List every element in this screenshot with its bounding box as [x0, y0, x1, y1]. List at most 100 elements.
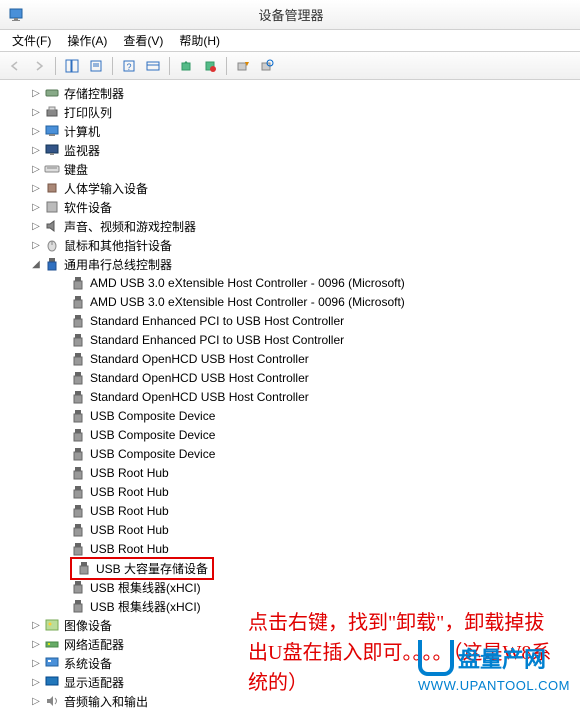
menu-view[interactable]: 查看(V): [115, 30, 171, 51]
device-label: USB 大容量存储设备: [96, 560, 208, 577]
menu-file[interactable]: 文件(F): [4, 30, 59, 51]
tree-device[interactable]: AMD USB 3.0 eXtensible Host Controller -…: [6, 274, 580, 292]
category-label: 音频输入和输出: [64, 693, 148, 710]
sound-icon: [44, 218, 60, 234]
expand-icon[interactable]: ▷: [30, 202, 42, 213]
expand-icon[interactable]: ▷: [30, 126, 42, 137]
tree-category[interactable]: ▷ 声音、视频和游戏控制器: [6, 217, 580, 235]
category-label: 监视器: [64, 142, 100, 159]
device-label: Standard Enhanced PCI to USB Host Contro…: [90, 314, 344, 328]
expand-icon[interactable]: ▷: [30, 145, 42, 156]
system-icon: [44, 655, 60, 671]
tree-device[interactable]: USB Root Hub: [6, 502, 580, 520]
view-button[interactable]: [142, 55, 164, 77]
usb-device-icon: [70, 522, 86, 538]
watermark: 盘量产网 WWW.UPANTOOL.COM: [418, 640, 570, 693]
tree-category[interactable]: ▷ 监视器: [6, 141, 580, 159]
expand-icon[interactable]: ▷: [30, 164, 42, 175]
category-label: 存储控制器: [64, 85, 124, 102]
tree-device[interactable]: USB Composite Device: [6, 407, 580, 425]
usb-device-icon: [70, 427, 86, 443]
forward-button[interactable]: [28, 55, 50, 77]
menu-help[interactable]: 帮助(H): [171, 30, 228, 51]
tree-device[interactable]: USB 根集线器(xHCI): [6, 578, 580, 596]
tree-device[interactable]: USB Composite Device: [6, 445, 580, 463]
tree-category[interactable]: ▷ 鼠标和其他指针设备: [6, 236, 580, 254]
expand-icon[interactable]: ▷: [30, 221, 42, 232]
tree-device[interactable]: USB Composite Device: [6, 426, 580, 444]
toolbar-separator: [112, 57, 113, 75]
hid-icon: [44, 180, 60, 196]
tree-device[interactable]: USB 大容量存储设备: [6, 559, 580, 577]
tree-device[interactable]: Standard OpenHCD USB Host Controller: [6, 388, 580, 406]
usb-device-icon: [70, 503, 86, 519]
usb-device-icon: [70, 389, 86, 405]
usb-device-icon: [70, 313, 86, 329]
keyboard-icon: [44, 161, 60, 177]
device-label: Standard Enhanced PCI to USB Host Contro…: [90, 333, 344, 347]
device-label: USB Root Hub: [90, 542, 169, 556]
tree-category[interactable]: ▷软件设备: [6, 198, 580, 216]
storage-icon: [44, 85, 60, 101]
tree-area: ▷存储控制器▷打印队列▷计算机▷监视器▷键盘▷人体学输入设备▷软件设备▷声音、视…: [0, 80, 580, 713]
expand-icon[interactable]: ◢: [30, 259, 42, 270]
network-icon: [44, 636, 60, 652]
tree-category[interactable]: ▷ 打印队列: [6, 103, 580, 121]
expand-icon[interactable]: ▷: [30, 696, 42, 707]
device-label: USB Composite Device: [90, 409, 215, 423]
usb-device-icon: [70, 446, 86, 462]
show-hide-tree-button[interactable]: [61, 55, 83, 77]
tree-category[interactable]: ▷ 人体学输入设备: [6, 179, 580, 197]
usb-device-icon: [70, 275, 86, 291]
monitor-icon: [44, 142, 60, 158]
category-label: 键盘: [64, 161, 88, 178]
watermark-url: WWW.UPANTOOL.COM: [418, 678, 570, 693]
menu-action[interactable]: 操作(A): [59, 30, 115, 51]
mouse-icon: [44, 237, 60, 253]
expand-icon[interactable]: ▷: [30, 639, 42, 650]
update-driver-button[interactable]: [175, 55, 197, 77]
help-button[interactable]: ?: [118, 55, 140, 77]
disable-button[interactable]: [232, 55, 254, 77]
tree-device[interactable]: AMD USB 3.0 eXtensible Host Controller -…: [6, 293, 580, 311]
scan-hardware-button[interactable]: [256, 55, 278, 77]
uninstall-button[interactable]: [199, 55, 221, 77]
audio-icon: [44, 693, 60, 709]
category-label: 人体学输入设备: [64, 180, 148, 197]
tree-device[interactable]: USB Root Hub: [6, 521, 580, 539]
tree-device[interactable]: Standard OpenHCD USB Host Controller: [6, 350, 580, 368]
software-icon: [44, 199, 60, 215]
category-label: 声音、视频和游戏控制器: [64, 218, 196, 235]
category-label: 打印队列: [64, 104, 112, 121]
expand-icon[interactable]: ▷: [30, 107, 42, 118]
expand-icon[interactable]: ▷: [30, 88, 42, 99]
back-button[interactable]: [4, 55, 26, 77]
category-label: 网络适配器: [64, 636, 124, 653]
tree-device[interactable]: Standard Enhanced PCI to USB Host Contro…: [6, 312, 580, 330]
toolbar-separator: [226, 57, 227, 75]
usb-device-icon: [70, 579, 86, 595]
properties-button[interactable]: [85, 55, 107, 77]
devmgr-icon: [8, 7, 24, 23]
expand-icon[interactable]: ▷: [30, 620, 42, 631]
tree-category[interactable]: ▷ 键盘: [6, 160, 580, 178]
tree-device[interactable]: USB Root Hub: [6, 464, 580, 482]
tree-device[interactable]: Standard Enhanced PCI to USB Host Contro…: [6, 331, 580, 349]
usb-icon: [44, 256, 60, 272]
tree-device[interactable]: USB Root Hub: [6, 540, 580, 558]
tree-category[interactable]: ▷计算机: [6, 122, 580, 140]
expand-icon[interactable]: ▷: [30, 677, 42, 688]
expand-icon[interactable]: ▷: [30, 240, 42, 251]
category-label: 图像设备: [64, 617, 112, 634]
menu-bar: 文件(F) 操作(A) 查看(V) 帮助(H): [0, 30, 580, 52]
expand-icon[interactable]: ▷: [30, 658, 42, 669]
toolbar-separator: [55, 57, 56, 75]
computer-icon: [44, 123, 60, 139]
expand-icon[interactable]: ▷: [30, 183, 42, 194]
tree-category[interactable]: ▷ 存储控制器: [6, 84, 580, 102]
tree-device[interactable]: USB Root Hub: [6, 483, 580, 501]
tree-category[interactable]: ◢通用串行总线控制器: [6, 255, 580, 273]
tree-device[interactable]: Standard OpenHCD USB Host Controller: [6, 369, 580, 387]
category-label: 鼠标和其他指针设备: [64, 237, 172, 254]
category-label: 系统设备: [64, 655, 112, 672]
